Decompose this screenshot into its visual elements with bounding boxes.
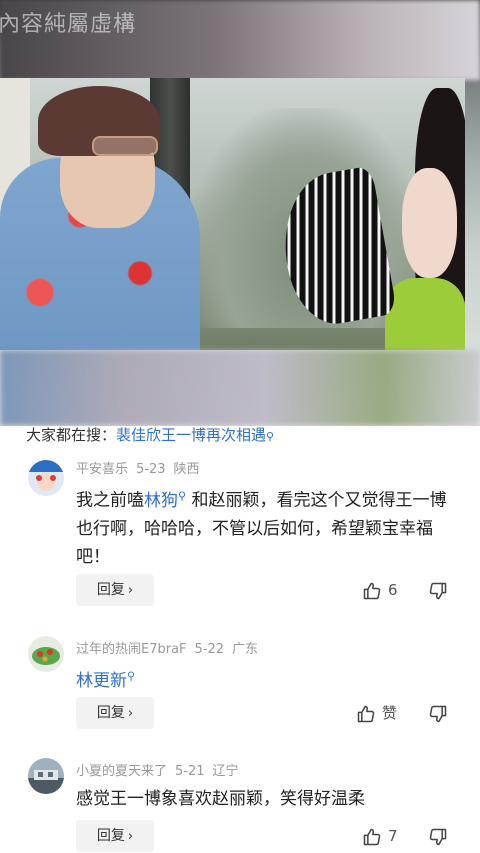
reply-button[interactable]: 回复 ›	[76, 697, 154, 729]
comment-username[interactable]: 过年的热闹E7braF	[76, 642, 187, 657]
search-icon: ⚲	[127, 669, 136, 682]
thumbs-down-icon	[429, 705, 447, 722]
comment-text: 我之前嗑林狗⚲ 和赵丽颖，看完这个又觉得王一博也行啊，哈哈哈，不管以后如何，希望…	[76, 489, 447, 567]
comment-text: 感觉王一博象喜欢赵丽颖，笑得好温柔	[76, 789, 365, 809]
video-player[interactable]: 內容純屬虛構	[0, 0, 480, 426]
dislike-button[interactable]	[428, 574, 448, 606]
search-suggestion-prefix: 大家都在搜：	[26, 426, 117, 444]
dislike-button[interactable]	[428, 820, 448, 852]
thumbs-up-icon	[363, 582, 381, 599]
search-icon: ⚲	[178, 489, 187, 502]
comment-meta: 小夏的夏天来了 5-21 辽宁	[76, 760, 247, 779]
comment-location: 广东	[232, 642, 259, 657]
comment-username[interactable]: 小夏的夏天来了	[76, 764, 167, 779]
thumbs-down-icon	[429, 582, 447, 599]
like-button[interactable]: 6	[362, 574, 398, 606]
actor-glasses	[92, 136, 158, 156]
thumbs-down-icon	[429, 828, 447, 845]
comment-location: 陕西	[173, 462, 200, 477]
thumbs-up-icon	[357, 705, 375, 722]
chevron-right-icon: ›	[127, 583, 134, 598]
search-icon: ⚲	[266, 430, 275, 443]
comment-username[interactable]: 平安喜乐	[76, 462, 128, 477]
chevron-right-icon: ›	[127, 829, 134, 844]
comment-text: 林更新⚲	[76, 662, 456, 695]
chevron-right-icon: ›	[127, 706, 134, 721]
comment-mention-link[interactable]: 林更新⚲	[76, 669, 136, 691]
reply-button[interactable]: 回复 ›	[76, 574, 154, 606]
like-button[interactable]: 赞	[356, 697, 397, 729]
comment-meta: 平安喜乐 5-23 陕西	[76, 458, 208, 477]
thumbs-up-icon	[363, 828, 381, 845]
reply-button[interactable]: 回复 ›	[76, 820, 154, 852]
like-count: 赞	[382, 704, 398, 722]
actress	[385, 278, 465, 350]
like-count: 7	[388, 827, 398, 845]
comment-date: 5-22	[194, 642, 225, 657]
video-blur-bottom	[0, 350, 480, 426]
avatar[interactable]	[28, 758, 64, 794]
search-suggestion-bar: 大家都在搜：裴佳欣王一博再次相遇⚲	[0, 424, 480, 448]
video-frame	[0, 78, 465, 350]
video-watermark: 內容純屬虛構	[0, 12, 137, 37]
search-suggestion-link[interactable]: 裴佳欣王一博再次相遇⚲	[116, 426, 274, 444]
comment-date: 5-21	[175, 764, 205, 779]
actress-face	[402, 168, 457, 278]
like-button[interactable]: 7	[362, 820, 398, 852]
avatar[interactable]	[28, 460, 64, 496]
dislike-button[interactable]	[428, 697, 448, 729]
comment-mention-link[interactable]: 林狗⚲	[144, 489, 187, 511]
comment-location: 辽宁	[212, 764, 239, 779]
comment-meta: 过年的热闹E7braF 5-22 广东	[76, 638, 266, 657]
avatar[interactable]	[28, 636, 64, 672]
comment-date: 5-23	[136, 462, 166, 477]
like-count: 6	[388, 581, 398, 599]
